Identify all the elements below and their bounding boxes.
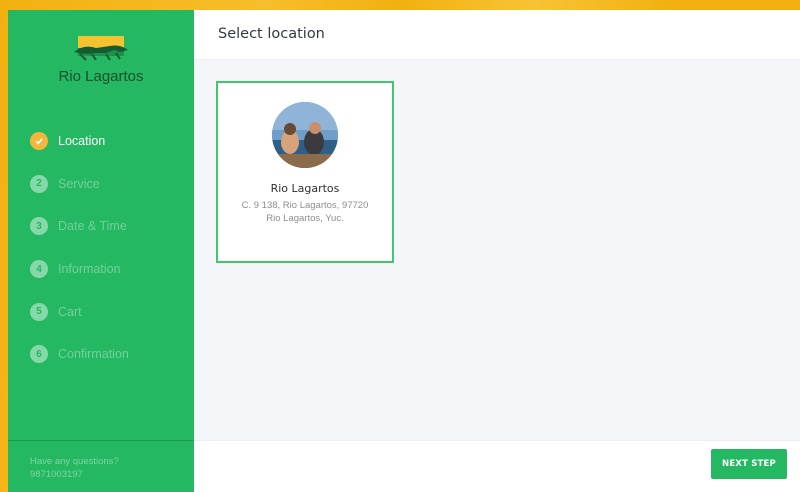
booking-window: Rio Lagartos Location 2 Service 3 Date &… bbox=[8, 10, 800, 492]
step-service[interactable]: 2 Service bbox=[30, 163, 129, 206]
step-number: 4 bbox=[30, 260, 48, 279]
brand-name: Rio Lagartos bbox=[58, 68, 144, 85]
next-step-button[interactable]: NEXT STEP bbox=[711, 449, 787, 479]
step-label: Service bbox=[58, 176, 100, 191]
step-information[interactable]: 4 Information bbox=[30, 248, 129, 291]
step-date-time[interactable]: 3 Date & Time bbox=[30, 205, 129, 248]
step-confirmation[interactable]: 6 Confirmation bbox=[30, 333, 129, 376]
contact-question: Have any questions? bbox=[30, 456, 119, 467]
step-cart[interactable]: 5 Cart bbox=[30, 290, 129, 333]
crocodile-logo-icon bbox=[74, 36, 128, 61]
step-number: 3 bbox=[30, 217, 48, 236]
step-label: Date & Time bbox=[58, 219, 127, 234]
step-label: Location bbox=[58, 134, 106, 149]
step-number: 2 bbox=[30, 174, 48, 193]
location-photo bbox=[272, 102, 338, 168]
page-title: Select location bbox=[218, 26, 325, 42]
step-number: 5 bbox=[30, 302, 48, 321]
step-location[interactable]: Location bbox=[30, 120, 129, 163]
location-address-line2: Rio Lagartos, Yuc. bbox=[266, 213, 344, 224]
contact-phone[interactable]: 9871003197 bbox=[30, 468, 194, 481]
location-name: Rio Lagartos bbox=[270, 182, 340, 195]
step-label: Information bbox=[58, 262, 121, 277]
sidebar-footer: Have any questions? 9871003197 bbox=[8, 440, 194, 492]
step-number: 6 bbox=[30, 345, 48, 364]
step-label: Confirmation bbox=[58, 347, 129, 362]
footer-bar: NEXT STEP bbox=[194, 440, 800, 492]
sidebar: Rio Lagartos Location 2 Service 3 Date &… bbox=[8, 10, 194, 492]
location-address-line1: C. 9 138, Rio Lagartos, 97720 bbox=[241, 200, 369, 211]
header-bar: Select location bbox=[194, 10, 800, 60]
location-card[interactable]: Rio Lagartos C. 9 138, Rio Lagartos, 977… bbox=[216, 81, 394, 263]
step-label: Cart bbox=[58, 304, 82, 319]
steps-list: Location 2 Service 3 Date & Time 4 Infor… bbox=[30, 120, 129, 376]
main-panel: Select location Rio Lagartos C. 9 138, R… bbox=[194, 10, 800, 492]
location-list: Rio Lagartos C. 9 138, Rio Lagartos, 977… bbox=[194, 60, 800, 440]
checkmark-icon bbox=[30, 132, 48, 151]
brand: Rio Lagartos bbox=[8, 34, 194, 85]
